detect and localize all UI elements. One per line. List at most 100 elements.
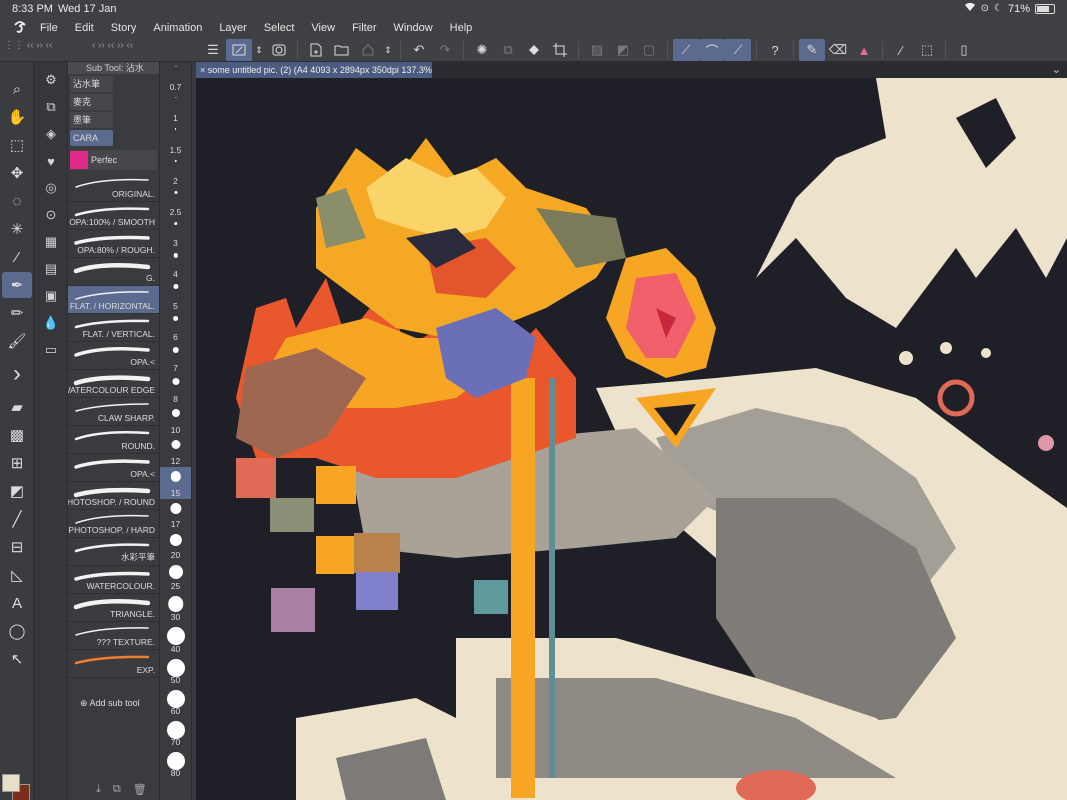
fill-icon[interactable]: ⊞: [2, 450, 32, 476]
close-tab-icon[interactable]: ×: [200, 65, 208, 75]
brush-item[interactable]: OPA.<: [68, 342, 159, 370]
brush-size-item[interactable]: 1: [160, 93, 191, 124]
correct-line-icon[interactable]: ↖: [2, 646, 32, 672]
ruler-icon[interactable]: ◺: [2, 562, 32, 588]
pen-icon[interactable]: ✒: [2, 272, 32, 298]
quick-access-icon[interactable]: [226, 39, 252, 61]
brush-size-item[interactable]: 15: [160, 467, 191, 499]
brush-size-item[interactable]: 2: [160, 156, 191, 187]
fill-bucket-icon[interactable]: [521, 39, 547, 61]
menu-layer[interactable]: Layer: [219, 22, 247, 34]
trash-icon[interactable]: 🗑: [133, 783, 147, 796]
brush-item[interactable]: 水彩平筆: [68, 538, 159, 566]
app-logo-icon[interactable]: [0, 20, 40, 37]
lasso-icon[interactable]: ◌: [2, 188, 32, 214]
navigator-icon[interactable]: ⊙: [36, 203, 66, 227]
brush-item[interactable]: OPA:100% / SMOOTH: [68, 202, 159, 230]
ruler-snap-icon[interactable]: ⟋: [673, 39, 699, 61]
brush-item[interactable]: CLAW SHARP.: [68, 398, 159, 426]
brush-item[interactable]: ??? TEXTURE.: [68, 622, 159, 650]
brush-item[interactable]: OPA:80% / ROUGH.: [68, 230, 159, 258]
brush-size-item[interactable]: 30: [160, 592, 191, 623]
brush-size-item[interactable]: 3: [160, 218, 191, 249]
menu-story[interactable]: Story: [111, 22, 137, 34]
crop-icon[interactable]: [547, 39, 573, 61]
brush-size-item[interactable]: 20: [160, 530, 191, 561]
menu-animation[interactable]: Animation: [153, 22, 202, 34]
document-tab[interactable]: × some untitled pic. (2) (A4 4093 x 2894…: [196, 62, 432, 78]
updown-arrows-icon[interactable]: ⇕: [252, 39, 266, 61]
brush-size-item[interactable]: 12: [160, 436, 191, 467]
brush-item[interactable]: FLAT. / VERTICAL.: [68, 314, 159, 342]
brush-size-item[interactable]: 80: [160, 748, 191, 779]
marquee-icon[interactable]: ⬚: [914, 39, 940, 61]
undo-icon[interactable]: ↶: [406, 39, 432, 61]
panel-collapse-icons-2[interactable]: ‹ ›› ‹‹ ›› ‹‹: [92, 40, 133, 51]
import-icon[interactable]: ⤓: [96, 783, 101, 796]
chevron-right-icon[interactable]: ›: [2, 356, 32, 392]
brush-size-item[interactable]: 1.5: [160, 124, 191, 155]
tool-property-icon[interactable]: [266, 39, 292, 61]
save-icon[interactable]: [355, 39, 381, 61]
main-color-swatch[interactable]: [2, 774, 20, 792]
menu-view[interactable]: View: [311, 22, 335, 34]
clear-selection-icon[interactable]: ▨: [584, 39, 610, 61]
special-ruler-snap-icon[interactable]: ⌒: [699, 39, 725, 61]
color-set-icon[interactable]: ▦: [36, 230, 66, 254]
pencil-icon[interactable]: ✏: [2, 300, 32, 326]
sub-tool-tab[interactable]: 麥克: [70, 94, 113, 110]
redo-icon[interactable]: ↷: [432, 39, 458, 61]
pen-mode-icon[interactable]: ✎: [799, 39, 825, 61]
menu-file[interactable]: File: [40, 22, 58, 34]
brush-size-item[interactable]: 50: [160, 655, 191, 686]
zoom-icon[interactable]: ⌕: [2, 76, 32, 102]
updown-arrows-icon[interactable]: ⇕: [381, 39, 395, 61]
brush-item[interactable]: OPA.<: [68, 454, 159, 482]
brush-size-item[interactable]: 2.5: [160, 187, 191, 218]
brush-item[interactable]: TRIANGLE.: [68, 594, 159, 622]
frame-border-icon[interactable]: ⊟: [2, 534, 32, 560]
brush-size-item[interactable]: 60: [160, 686, 191, 717]
brush-size-item[interactable]: 10: [160, 405, 191, 436]
text-icon[interactable]: A: [2, 590, 32, 616]
brush-size-item[interactable]: 7: [160, 343, 191, 374]
loading-spinner-icon[interactable]: ✺: [469, 39, 495, 61]
sub-tool-tab-active[interactable]: CARA: [70, 130, 113, 146]
menu-window[interactable]: Window: [394, 22, 433, 34]
invert-selection-icon[interactable]: ◩: [610, 39, 636, 61]
menu-select[interactable]: Select: [264, 22, 295, 34]
help-icon[interactable]: ?: [762, 39, 788, 61]
color-wheel-icon[interactable]: ◎: [36, 176, 66, 200]
brush-item[interactable]: G.: [68, 258, 159, 286]
balloon-icon[interactable]: ◯: [2, 618, 32, 644]
grid-snap-icon[interactable]: ⟋: [725, 39, 751, 61]
magic-wand-icon[interactable]: ✳: [2, 216, 32, 242]
droplets-icon[interactable]: 💧: [36, 311, 66, 335]
menu-filter[interactable]: Filter: [352, 22, 376, 34]
open-folder-icon[interactable]: [329, 39, 355, 61]
select-area-icon[interactable]: ▢: [636, 39, 662, 61]
smartphone-icon[interactable]: ▯: [951, 39, 977, 61]
blend-icon[interactable]: ▩: [2, 422, 32, 448]
brush-item[interactable]: PHOTOSHOP. / HARD: [68, 510, 159, 538]
brush-icon[interactable]: 🖌: [2, 328, 32, 354]
brush-size-item[interactable]: 17: [160, 499, 191, 530]
hamburger-menu-icon[interactable]: ☰: [200, 39, 226, 61]
favorites-icon[interactable]: ♥: [36, 149, 66, 173]
sub-tool-tab[interactable]: 沾水筆: [70, 76, 113, 92]
brush-item[interactable]: EXP.: [68, 650, 159, 678]
brush-size-item[interactable]: 0.7: [160, 62, 191, 93]
brush-size-item[interactable]: 8: [160, 374, 191, 405]
brush-item[interactable]: FLAT. / HORIZONTAL.: [68, 286, 159, 314]
eyedropper-icon[interactable]: ⁄: [888, 39, 914, 61]
new-file-icon[interactable]: [303, 39, 329, 61]
brush-item[interactable]: PHOTOSHOP. / ROUND: [68, 482, 159, 510]
gradient-icon[interactable]: ◩: [2, 478, 32, 504]
line-icon[interactable]: ╱: [2, 506, 32, 532]
brush-item[interactable]: ORIGINAL.: [68, 174, 159, 202]
sub-tool-tab[interactable]: 墨筆: [70, 112, 113, 128]
eraser-icon[interactable]: ▰: [2, 394, 32, 420]
move-icon[interactable]: ✥: [2, 160, 32, 186]
chevron-down-icon[interactable]: ⌄: [1052, 63, 1061, 76]
brush-item[interactable]: ROUND.: [68, 426, 159, 454]
